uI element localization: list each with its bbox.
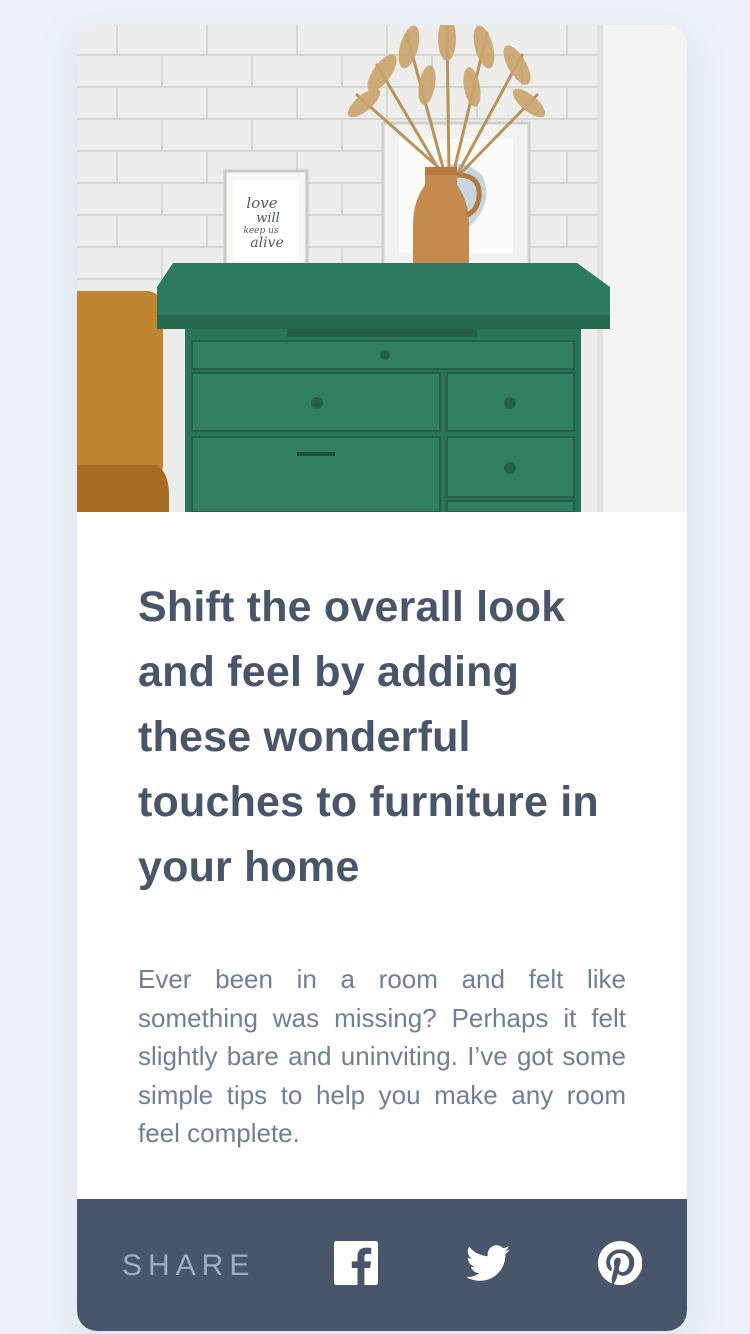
pinterest-icon[interactable] (598, 1241, 642, 1285)
article-card: love will keep us alive Shift the overal… (77, 25, 687, 1331)
article-description: Ever been in a room and felt like someth… (138, 964, 626, 1148)
svg-text:will: will (256, 211, 280, 226)
article-content: Shift the overall look and feel by addin… (138, 575, 626, 1153)
twitter-icon[interactable] (466, 1241, 510, 1285)
svg-text:love: love (246, 194, 277, 212)
facebook-icon[interactable] (334, 1241, 378, 1285)
share-bar: SHARE (77, 1199, 687, 1331)
share-label: SHARE (122, 1249, 256, 1282)
article-title: Shift the overall look and feel by addin… (138, 583, 599, 891)
svg-text:alive: alive (250, 235, 284, 251)
article-image: love will keep us alive (77, 25, 687, 512)
